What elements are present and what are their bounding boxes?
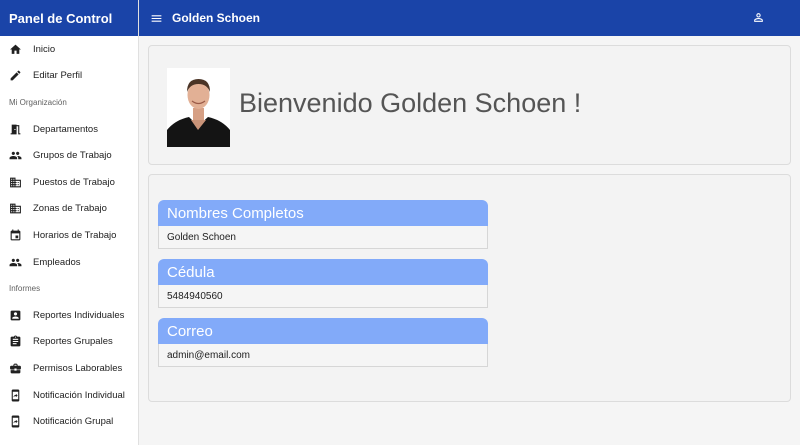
phone-icon <box>9 389 22 402</box>
sidebar-item-label: Empleados <box>33 256 81 268</box>
profile-info-card: Nombres Completos Golden Schoen Cédula 5… <box>148 174 791 402</box>
calendar-icon <box>9 229 22 242</box>
id-field: Cédula 5484940560 <box>158 259 488 308</box>
welcome-card: Bienvenido Golden Schoen ! <box>148 45 791 165</box>
menu-icon[interactable] <box>149 11 163 25</box>
sidebar-item-label: Reportes Individuales <box>33 309 125 321</box>
phone-icon <box>9 415 22 428</box>
sidebar-item-notificacion-grupal[interactable]: Notificación Grupal <box>0 408 138 435</box>
building-icon <box>9 202 22 215</box>
door-icon <box>9 123 22 136</box>
badge-icon <box>9 309 22 322</box>
welcome-heading: Bienvenido Golden Schoen ! <box>239 88 582 118</box>
sidebar-item-label: Editar Perfil <box>33 70 83 82</box>
email-field: Correo admin@email.com <box>158 318 488 367</box>
sidebar-item-editar-perfil[interactable]: Editar Perfil <box>0 63 138 90</box>
sidebar-item-label: Departamentos <box>33 123 98 135</box>
briefcase-icon <box>9 362 22 375</box>
sidebar-item-puestos-trabajo[interactable]: Puestos de Trabajo <box>0 169 138 196</box>
sidebar-item-label: Grupos de Trabajo <box>33 150 112 162</box>
sidebar-section-informes: Informes <box>9 284 41 294</box>
name-field-value: Golden Schoen <box>158 226 488 249</box>
sidebar-item-label: Horarios de Trabajo <box>33 229 117 241</box>
people-icon <box>9 256 22 269</box>
sidebar: Panel de Control Inicio Editar Perfil Mi… <box>0 0 139 445</box>
topbar-user-name: Golden Schoen <box>172 11 261 25</box>
pencil-icon <box>9 69 22 82</box>
name-field: Nombres Completos Golden Schoen <box>158 200 488 249</box>
avatar <box>167 68 230 147</box>
sidebar-item-reportes-individuales[interactable]: Reportes Individuales <box>0 302 138 329</box>
sidebar-item-horarios-trabajo[interactable]: Horarios de Trabajo <box>0 222 138 249</box>
sidebar-item-label: Notificación Individual <box>33 389 125 401</box>
sidebar-item-zonas-trabajo[interactable]: Zonas de Trabajo <box>0 196 138 223</box>
sidebar-item-label: Permisos Laborables <box>33 362 123 374</box>
home-icon <box>9 43 22 56</box>
sidebar-item-reportes-grupales[interactable]: Reportes Grupales <box>0 329 138 356</box>
sidebar-item-inicio[interactable]: Inicio <box>0 36 138 63</box>
id-field-label: Cédula <box>158 259 488 285</box>
sidebar-item-label: Reportes Grupales <box>33 336 113 348</box>
sidebar-item-label: Zonas de Trabajo <box>33 203 107 215</box>
clipboard-icon <box>9 335 22 348</box>
email-field-label: Correo <box>158 318 488 344</box>
sidebar-item-notificacion-individual[interactable]: Notificación Individual <box>0 382 138 409</box>
people-icon <box>9 149 22 162</box>
sidebar-item-label: Puestos de Trabajo <box>33 176 115 188</box>
sidebar-item-permisos-laborables[interactable]: Permisos Laborables <box>0 355 138 382</box>
sidebar-item-empleados[interactable]: Empleados <box>0 249 138 276</box>
sidebar-item-label: Notificación Grupal <box>33 416 114 428</box>
sidebar-section-organizacion: Mi Organización <box>9 97 67 107</box>
sidebar-title: Panel de Control <box>0 0 138 36</box>
account-icon[interactable] <box>752 11 766 25</box>
id-field-value: 5484940560 <box>158 285 488 308</box>
sidebar-item-grupos-trabajo[interactable]: Grupos de Trabajo <box>0 142 138 169</box>
sidebar-item-label: Inicio <box>33 43 56 55</box>
email-field-value: admin@email.com <box>158 344 488 367</box>
name-field-label: Nombres Completos <box>158 200 488 226</box>
building-icon <box>9 176 22 189</box>
sidebar-item-departamentos[interactable]: Departamentos <box>0 116 138 143</box>
top-app-bar: Golden Schoen <box>139 0 800 36</box>
